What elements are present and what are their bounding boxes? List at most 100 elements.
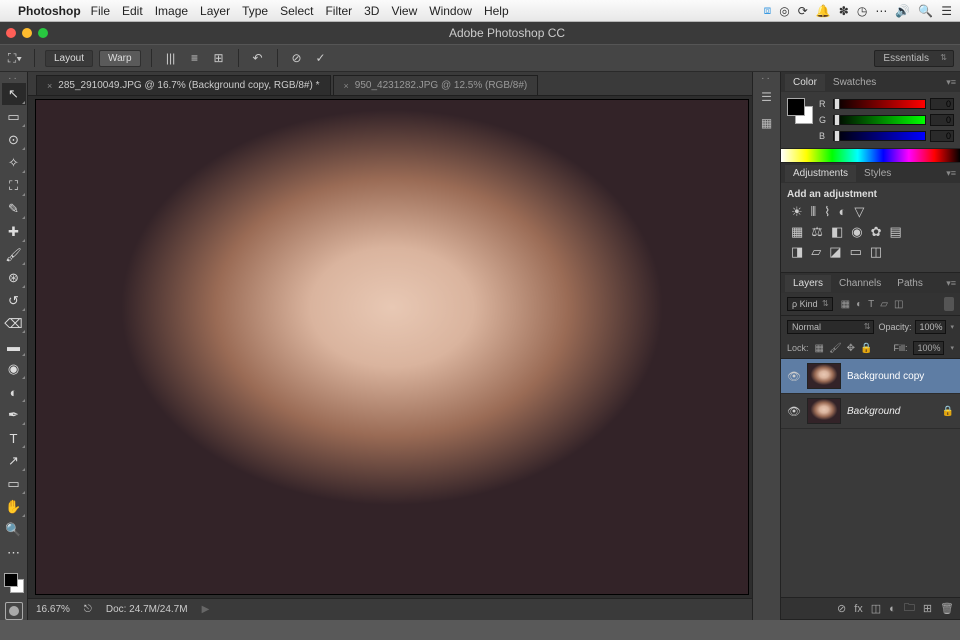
color-swatches[interactable] — [2, 571, 26, 595]
dots-icon[interactable]: ⋯ — [875, 4, 887, 18]
layout-button[interactable]: Layout — [45, 50, 93, 67]
undo-icon[interactable]: ↶ — [249, 49, 267, 67]
filter-adjust-icon[interactable]: ◐ — [856, 299, 862, 310]
paw-icon[interactable]: ✽ — [839, 4, 849, 18]
vibrance-icon[interactable]: ▽ — [854, 204, 864, 220]
layer-row[interactable]: 👁 Background copy — [781, 359, 960, 394]
menu-file[interactable]: File — [91, 4, 110, 18]
healing-tool[interactable]: ✚ — [2, 221, 26, 243]
menu-image[interactable]: Image — [155, 4, 188, 18]
filter-shape-icon[interactable]: ▱ — [880, 299, 888, 310]
quickmask-toggle[interactable] — [5, 602, 23, 620]
grid-icon[interactable]: ⊞ — [210, 49, 228, 67]
actions-panel-icon[interactable]: ▦ — [756, 112, 778, 134]
maximize-button[interactable] — [38, 28, 48, 38]
tab-adjustments[interactable]: Adjustments — [785, 165, 856, 182]
bell-icon[interactable]: 🔔 — [816, 4, 831, 18]
lock-position-icon[interactable]: ✥ — [847, 343, 855, 354]
cancel-icon[interactable]: ⊘ — [288, 49, 306, 67]
tab-channels[interactable]: Channels — [831, 275, 889, 292]
photo-filter-icon[interactable]: ◉ — [851, 224, 862, 240]
document-tab-active[interactable]: × 285_2910049.JPG @ 16.7% (Background co… — [36, 75, 331, 95]
b-slider[interactable] — [833, 131, 926, 141]
zoom-value[interactable]: 16.67% — [36, 604, 70, 615]
lock-pixels-icon[interactable]: 🖌 — [829, 343, 842, 354]
lock-transparent-icon[interactable]: ▦ — [815, 343, 824, 354]
menu-view[interactable]: View — [391, 4, 417, 18]
path-tool[interactable]: ↗ — [2, 450, 26, 472]
r-value[interactable]: 0 — [930, 98, 954, 110]
filter-type-icon[interactable]: T — [868, 299, 874, 310]
menu-type[interactable]: Type — [242, 4, 268, 18]
visibility-icon[interactable]: 👁 — [787, 370, 801, 383]
tool-handle[interactable] — [0, 74, 27, 82]
marquee-tool[interactable]: ▭ — [2, 106, 26, 128]
levels-icon[interactable]: ⫴ — [811, 204, 816, 220]
eyedropper-tool[interactable]: ✎ — [2, 198, 26, 220]
status-doc[interactable]: Doc: 24.7M/24.7M — [106, 604, 188, 615]
menu-help[interactable]: Help — [484, 4, 509, 18]
g-value[interactable]: 0 — [930, 114, 954, 126]
sync-icon[interactable]: ⟳ — [798, 4, 808, 18]
fx-icon[interactable]: fx — [854, 603, 863, 615]
selective-color-icon[interactable]: ◫ — [870, 244, 882, 260]
b-value[interactable]: 0 — [930, 130, 954, 142]
filter-smart-icon[interactable]: ◫ — [894, 299, 903, 310]
crop-tool[interactable]: ⛶ — [2, 175, 26, 197]
type-tool[interactable]: T — [2, 427, 26, 449]
panel-menu-icon[interactable]: ▾≡ — [946, 168, 960, 179]
gradient-tool[interactable]: ▬ — [2, 335, 26, 357]
list-icon[interactable]: ☰ — [941, 4, 952, 18]
menu-filter[interactable]: Filter — [325, 4, 352, 18]
fg-swatch[interactable] — [787, 98, 805, 116]
pen-tool[interactable]: ✒ — [2, 404, 26, 426]
threshold-icon[interactable]: ◪ — [829, 244, 841, 260]
panel-color-swatches[interactable] — [787, 98, 813, 124]
fill-value[interactable]: 100% — [913, 341, 944, 355]
magic-wand-tool[interactable]: ✧ — [2, 152, 26, 174]
lasso-tool[interactable]: ⊙ — [2, 129, 26, 151]
curves-icon[interactable]: ⌇ — [824, 204, 830, 220]
history-panel-icon[interactable]: ☰ — [756, 86, 778, 108]
minimize-button[interactable] — [22, 28, 32, 38]
blend-mode-select[interactable]: Normal⇅ — [787, 320, 874, 334]
blur-tool[interactable]: ◉ — [2, 358, 26, 380]
search-icon[interactable]: 🔍 — [918, 4, 933, 18]
tab-close-icon[interactable]: × — [344, 81, 349, 91]
mask-icon[interactable]: ◫ — [871, 602, 881, 615]
foreground-swatch[interactable] — [4, 573, 18, 587]
menu-edit[interactable]: Edit — [122, 4, 143, 18]
link-layers-icon[interactable]: ⊘ — [837, 602, 846, 615]
clone-tool[interactable]: ⊛ — [2, 267, 26, 289]
shape-tool[interactable]: ▭ — [2, 473, 26, 495]
lock-all-icon[interactable]: 🔒 — [860, 343, 872, 354]
filter-toggle[interactable] — [944, 297, 954, 311]
visibility-icon[interactable]: 👁 — [787, 405, 801, 418]
adjustment-layer-icon[interactable]: ◐ — [889, 603, 896, 615]
volume-icon[interactable]: 🔊 — [895, 4, 910, 18]
layer-row[interactable]: 👁 Background 🔒 — [781, 394, 960, 429]
tab-layers[interactable]: Layers — [785, 275, 831, 292]
more-tools[interactable]: ⋯ — [2, 542, 26, 564]
layer-thumb[interactable] — [807, 363, 841, 389]
dodge-tool[interactable]: ◐ — [2, 381, 26, 403]
menu-window[interactable]: Window — [429, 4, 472, 18]
exposure-icon[interactable]: ◐ — [838, 204, 846, 220]
group-icon[interactable]: 🗀 — [904, 599, 915, 618]
layer-name[interactable]: Background — [847, 406, 936, 417]
status-arrow-icon[interactable]: ▶ — [202, 604, 210, 615]
lookup-icon[interactable]: ▤ — [890, 224, 902, 240]
share-icon[interactable]: ⎋ — [84, 604, 92, 615]
layer-kind-filter[interactable]: ρ Kind⇅ — [787, 297, 833, 311]
invert-icon[interactable]: ◨ — [791, 244, 803, 260]
history-brush-tool[interactable]: ↺ — [2, 290, 26, 312]
canvas[interactable] — [36, 100, 748, 594]
gradient-map-icon[interactable]: ▭ — [850, 244, 862, 260]
dock-handle[interactable] — [753, 74, 780, 82]
tab-color[interactable]: Color — [785, 74, 825, 91]
brightness-icon[interactable]: ☀ — [791, 204, 803, 220]
workspace-selector[interactable]: Essentials ⇅ — [874, 50, 954, 67]
panel-menu-icon[interactable]: ▾≡ — [946, 278, 960, 289]
balance-icon[interactable]: ⚖ — [811, 224, 823, 240]
channel-mixer-icon[interactable]: ✿ — [871, 224, 882, 240]
